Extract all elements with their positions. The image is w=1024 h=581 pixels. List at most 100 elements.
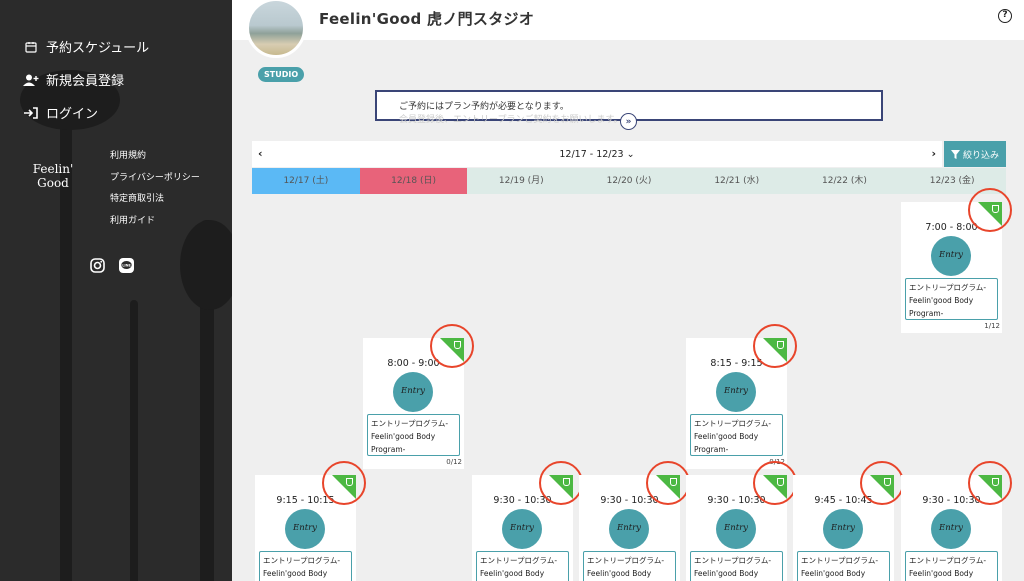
shield-icon [346, 478, 353, 486]
capacity-count: 1/12 [984, 322, 1000, 330]
logo-line: Feelin' [32, 162, 74, 176]
link-guide[interactable]: 利用ガイド [110, 213, 200, 235]
thumbnail-label: Entry [617, 523, 641, 533]
link-commerce-law[interactable]: 特定商取引法 [110, 191, 200, 213]
thumbnail-label: Entry [939, 250, 963, 260]
lesson-thumbnail: Entry [716, 509, 756, 549]
filter-button[interactable]: 絞り込み [944, 141, 1006, 167]
thumbnail-label: Entry [724, 523, 748, 533]
link-privacy[interactable]: プライバシーポリシー [110, 170, 200, 192]
studio-title: Feelin'Good 虎ノ門スタジオ [319, 10, 535, 28]
lesson-thumbnail: Entry [609, 509, 649, 549]
program-name: エントリープログラム-Feelin'good Body Program- [905, 278, 998, 320]
instagram-icon[interactable] [90, 258, 105, 273]
menu-item-label: 予約スケジュール [46, 41, 150, 56]
lesson-thumbnail: Entry [823, 509, 863, 549]
header: Feelin'Good 虎ノ門スタジオ ? [232, 0, 1024, 40]
filter-label: 絞り込み [962, 150, 999, 161]
program-name: エントリープログラム-Feelin'good Body Program- [905, 551, 998, 581]
notice-subtext: 会員登録後、エントリープランご契約をお願いします。 [399, 115, 623, 125]
brand-logo[interactable]: Feelin' Good [30, 162, 76, 190]
help-icon[interactable]: ? [998, 9, 1012, 23]
week-range-text: 12/17 - 12/23 [559, 149, 624, 160]
lesson-thumbnail: Entry [931, 236, 971, 276]
thumbnail-label: Entry [510, 523, 534, 533]
lesson-thumbnail: Entry [716, 372, 756, 412]
shield-icon [670, 478, 677, 486]
shield-icon [777, 478, 784, 486]
program-name: エントリープログラム-Feelin'good Body Program- [583, 551, 676, 581]
lesson-card[interactable]: 8:15 - 9:15 Entry エントリープログラム-Feelin'good B… [686, 338, 787, 469]
lesson-time: 7:00 - 8:00 [925, 222, 978, 233]
studio-avatar [246, 0, 306, 58]
day-tab[interactable]: 12/21 (水) [682, 168, 791, 194]
day-tab[interactable]: 12/20 (火) [575, 168, 683, 194]
menu-item-login[interactable]: ログイン [22, 96, 149, 129]
login-icon [22, 105, 40, 121]
lesson-time: 9:30 - 10:30 [600, 495, 659, 506]
program-name: エントリープログラム-Feelin'good Body Program- [367, 414, 460, 456]
capacity-count: 0/12 [769, 458, 785, 466]
next-week-icon[interactable]: › [931, 147, 936, 160]
day-tab[interactable]: 12/22 (木) [790, 168, 899, 194]
logo-line: Good [37, 176, 69, 190]
double-chevron-down-icon: » [625, 116, 632, 127]
lesson-thumbnail: Entry [285, 509, 325, 549]
lesson-time: 9:30 - 10:30 [493, 495, 552, 506]
lesson-card[interactable]: 9:30 - 10:30 Entry エントリープログラム-Feelin'good … [579, 475, 680, 581]
lesson-card[interactable]: 9:30 - 10:30 Entry エントリープログラム-Feelin'good … [472, 475, 573, 581]
lesson-time: 9:15 - 10:15 [276, 495, 335, 506]
lesson-time: 8:15 - 9:15 [710, 358, 763, 369]
day-tab[interactable]: 12/17 (土) [252, 168, 360, 194]
capacity-count: 0/12 [446, 458, 462, 466]
lesson-thumbnail: Entry [931, 509, 971, 549]
program-name: エントリープログラム-Feelin'good Body Program- [690, 551, 783, 581]
thumbnail-label: Entry [724, 386, 748, 396]
shield-icon [884, 478, 891, 486]
day-tab[interactable]: 12/19 (月) [467, 168, 576, 194]
lesson-thumbnail: Entry [502, 509, 542, 549]
menu-item-schedule[interactable]: 予約スケジュール [22, 30, 149, 63]
main-content: Feelin'Good 虎ノ門スタジオ ? STUDIO ご予約にはプラン予約が… [232, 0, 1024, 581]
shield-icon [777, 341, 784, 349]
lesson-card[interactable]: 8:00 - 9:00 Entry エントリープログラム-Feelin'good B… [363, 338, 464, 469]
expand-notice-button[interactable]: » [620, 113, 637, 130]
menu-item-register[interactable]: 新規会員登録 [22, 63, 149, 96]
lesson-time: 9:45 - 10:45 [814, 495, 873, 506]
chevron-down-icon: ⌄ [626, 149, 635, 160]
program-name: エントリープログラム-Feelin'good Body Program- [690, 414, 783, 456]
day-tab[interactable]: 12/18 (日) [359, 168, 468, 194]
sidebar-menu: 予約スケジュール 新規会員登録 ログイン [22, 30, 149, 129]
add-user-icon [22, 72, 40, 88]
day-header-row: 12/17 (土) 12/18 (日) 12/19 (月) 12/20 (火) 12/2… [252, 168, 1007, 194]
studio-badge: STUDIO [258, 67, 305, 82]
lesson-thumbnail: Entry [393, 372, 433, 412]
lesson-card[interactable]: 9:15 - 10:15 Entry エントリープログラム-Feelin'good … [255, 475, 356, 581]
calendar-icon [22, 39, 40, 55]
svg-text:LINE: LINE [122, 264, 131, 268]
lesson-card[interactable]: 9:30 - 10:30 Entry エントリープログラム-Feelin'good … [901, 475, 1002, 581]
shield-icon [454, 341, 461, 349]
program-name: エントリープログラム-Feelin'good Body Program- [797, 551, 890, 581]
thumbnail-label: Entry [831, 523, 855, 533]
day-tab[interactable]: 12/23 (金) [898, 168, 1007, 194]
footer-links: 利用規約 プライバシーポリシー 特定商取引法 利用ガイド [110, 148, 200, 234]
sidebar: 予約スケジュール 新規会員登録 ログイン Feelin' Good 利用規約 プ… [0, 0, 232, 581]
lesson-card[interactable]: 7:00 - 8:00 Entry エントリープログラム-Feelin'good B… [901, 202, 1002, 333]
notice-text: ご予約にはプラン予約が必要となります。 [399, 102, 569, 112]
shield-icon [992, 478, 999, 486]
week-range-select[interactable]: 12/17 - 12/23 ⌄ [252, 149, 942, 160]
menu-item-label: 新規会員登録 [46, 74, 125, 89]
palm-silhouette [130, 300, 138, 581]
lesson-card[interactable]: 9:45 - 10:45 Entry エントリープログラム-Feelin'good … [793, 475, 894, 581]
link-terms[interactable]: 利用規約 [110, 148, 200, 170]
lesson-card[interactable]: 9:30 - 10:30 Entry エントリープログラム-Feelin'good … [686, 475, 787, 581]
social-links: LINE [90, 258, 134, 273]
lesson-time: 8:00 - 9:00 [387, 358, 440, 369]
shield-icon [992, 205, 999, 213]
program-name: エントリープログラム-Feelin'good Body Program- [259, 551, 352, 581]
lesson-time: 9:30 - 10:30 [707, 495, 766, 506]
line-icon[interactable]: LINE [119, 258, 134, 273]
thumbnail-label: Entry [293, 523, 317, 533]
week-navigation: ‹ 12/17 - 12/23 ⌄ › [252, 141, 942, 167]
